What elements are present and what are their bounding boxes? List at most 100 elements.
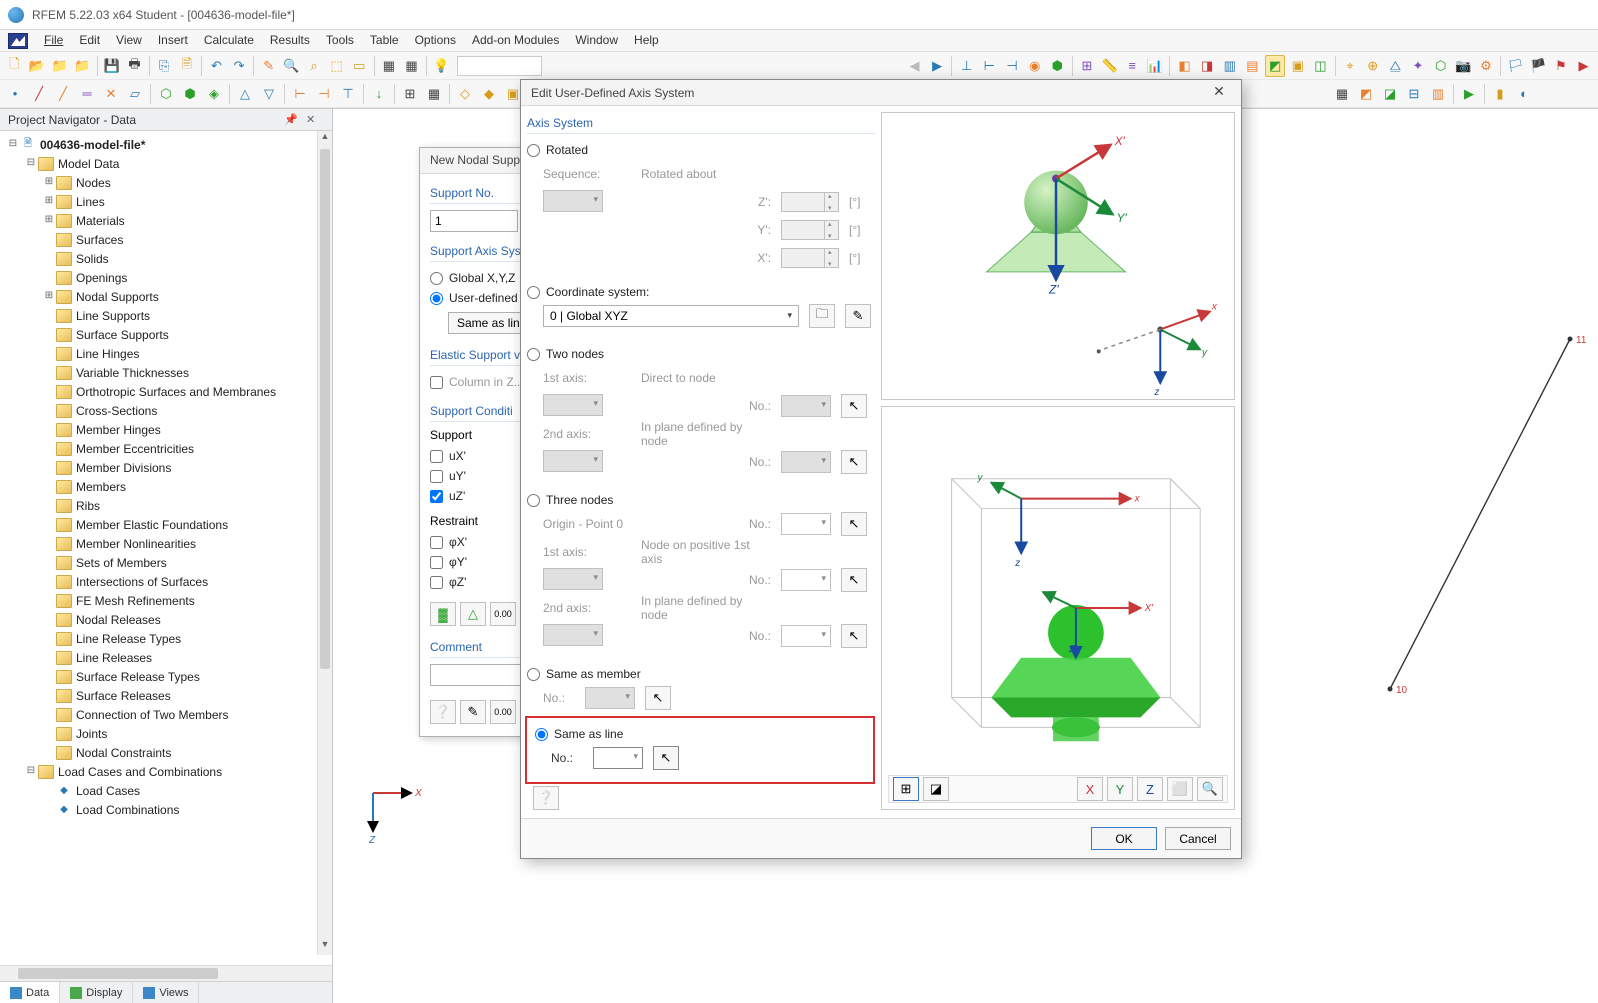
tree-ortho[interactable]: Orthotropic Surfaces and Membranes	[0, 382, 332, 401]
tb2-h3-icon[interactable]: ⊤	[337, 83, 359, 105]
tree-nodal-rel[interactable]: Nodal Releases	[0, 610, 332, 629]
tb-sym3-icon[interactable]: ✦	[1408, 55, 1429, 77]
tb-warn-icon[interactable]: ⚑	[1551, 55, 1572, 77]
save-support-icon[interactable]: 0.00	[490, 700, 516, 724]
tb-mirror-icon[interactable]: ⧋	[1385, 55, 1406, 77]
tree-surf-rel[interactable]: Surface Releases	[0, 686, 332, 705]
preview-zoom-icon[interactable]: 🔍	[1197, 777, 1223, 801]
tb-r2-icon[interactable]: ◨	[1197, 55, 1218, 77]
tb-grid1-icon[interactable]: ▦	[379, 55, 400, 77]
cancel-button[interactable]: Cancel	[1165, 827, 1231, 850]
tb-r4-icon[interactable]: ▤	[1242, 55, 1263, 77]
menu-calculate[interactable]: Calculate	[196, 30, 262, 51]
tb2-h2-icon[interactable]: ⊣	[313, 83, 335, 105]
edit-support-icon[interactable]: ✎	[460, 700, 486, 724]
menu-edit[interactable]: Edit	[71, 30, 108, 51]
tb-ruler-icon[interactable]: 📏	[1099, 55, 1120, 77]
support-preset-3-icon[interactable]: 0.00	[490, 602, 516, 626]
tb2-o1-icon[interactable]: ◇	[454, 83, 476, 105]
tb2-r5-icon[interactable]: ▥	[1427, 83, 1449, 105]
tb2-play-icon[interactable]: ▶	[1458, 83, 1480, 105]
tb-copy-icon[interactable]: ⎘	[154, 55, 175, 77]
tree-var-thick[interactable]: Variable Thicknesses	[0, 363, 332, 382]
tb-flag2-icon[interactable]: 🏴	[1528, 55, 1549, 77]
tree-intersections[interactable]: Intersections of Surfaces	[0, 572, 332, 591]
tb2-s1-icon[interactable]: ⬡	[155, 83, 177, 105]
tb-sym4-icon[interactable]: ⬡	[1430, 55, 1451, 77]
menu-insert[interactable]: Insert	[150, 30, 196, 51]
support-preset-1-icon[interactable]: ▓	[430, 602, 456, 626]
tb2-node-icon[interactable]: •	[4, 83, 26, 105]
tb2-lgd-icon[interactable]: ▮	[1489, 83, 1511, 105]
navigator-vscroll[interactable]: ▲▼	[317, 131, 332, 955]
tb-open-icon[interactable]: 📂	[27, 55, 48, 77]
menu-addon[interactable]: Add-on Modules	[464, 30, 567, 51]
menu-results[interactable]: Results	[262, 30, 318, 51]
tb2-s3-icon[interactable]: ◈	[203, 83, 225, 105]
tb2-r3-icon[interactable]: ◪	[1379, 83, 1401, 105]
preview-vx-icon[interactable]: X	[1077, 777, 1103, 801]
tree-sets[interactable]: Sets of Members	[0, 553, 332, 572]
tb2-r4-icon[interactable]: ⊟	[1403, 83, 1425, 105]
tree-line-supports[interactable]: Line Supports	[0, 306, 332, 325]
coord-system-combo[interactable]: 0 | Global XYZ	[543, 305, 799, 327]
menu-view[interactable]: View	[108, 30, 150, 51]
pick-coord-icon[interactable]: 🗀	[809, 304, 835, 328]
tree-materials[interactable]: Materials	[0, 211, 332, 230]
rotated-radio[interactable]: Rotated	[527, 140, 875, 160]
tb-folder-icon[interactable]: 📁	[72, 55, 93, 77]
tb2-r2-icon[interactable]: ◩	[1355, 83, 1377, 105]
menu-help[interactable]: Help	[626, 30, 667, 51]
pick-line-icon[interactable]: ↖	[653, 746, 679, 770]
tb2-member-icon[interactable]: ═	[76, 83, 98, 105]
tb2-surf-icon[interactable]: ▱	[124, 83, 146, 105]
support-no-input[interactable]	[430, 210, 518, 232]
tb-orbit-icon[interactable]: ◉	[1024, 55, 1045, 77]
tb2-x-icon[interactable]: ✕	[100, 83, 122, 105]
tree-load-cases[interactable]: ◆Load Cases	[0, 781, 332, 800]
tb2-o2-icon[interactable]: ◆	[478, 83, 500, 105]
preview-nav1-icon[interactable]: ⊞	[893, 777, 919, 801]
menu-table[interactable]: Table	[362, 30, 407, 51]
tb2-end-icon[interactable]: ◐	[1513, 83, 1535, 105]
tree-nodal-constr[interactable]: Nodal Constraints	[0, 743, 332, 762]
tb-r3-icon[interactable]: ▥	[1219, 55, 1240, 77]
tb-axis2-icon[interactable]: ⊢	[979, 55, 1000, 77]
tb-select-icon[interactable]: ⬚	[326, 55, 347, 77]
tb-mesh-icon[interactable]: ⊞	[1077, 55, 1098, 77]
tree-load-cases-group[interactable]: Load Cases and Combinations	[0, 762, 332, 781]
tree-lines[interactable]: Lines	[0, 192, 332, 211]
tree-surface-supports[interactable]: Surface Supports	[0, 325, 332, 344]
tb-calc-icon[interactable]: ≡	[1122, 55, 1143, 77]
tree-surfaces[interactable]: Surfaces	[0, 230, 332, 249]
tab-data[interactable]: Data	[0, 982, 60, 1003]
tree-line-hinges[interactable]: Line Hinges	[0, 344, 332, 363]
tb-undo-icon[interactable]: ↶	[206, 55, 227, 77]
tb-zoom-icon[interactable]: 🔍	[281, 55, 302, 77]
tab-display[interactable]: Display	[60, 982, 133, 1003]
tree-openings[interactable]: Openings	[0, 268, 332, 287]
tree-elastic-found[interactable]: Member Elastic Foundations	[0, 515, 332, 534]
tb-bulb-icon[interactable]: 💡	[431, 55, 452, 77]
menu-window[interactable]: Window	[567, 30, 626, 51]
coord-system-radio[interactable]: Coordinate system:	[527, 282, 875, 302]
tree-load-comb[interactable]: ◆Load Combinations	[0, 800, 332, 819]
tree-fe-mesh[interactable]: FE Mesh Refinements	[0, 591, 332, 610]
tree-joints[interactable]: Joints	[0, 724, 332, 743]
three-nodes-radio[interactable]: Three nodes	[527, 490, 875, 510]
tb-combo[interactable]	[457, 56, 541, 76]
tb-grid2-icon[interactable]: ▦	[401, 55, 422, 77]
tb2-grid-icon[interactable]: ⊞	[399, 83, 421, 105]
tab-views[interactable]: Views	[133, 982, 199, 1003]
tb-gear-icon[interactable]: ⚙	[1476, 55, 1497, 77]
preview-vy-icon[interactable]: Y	[1107, 777, 1133, 801]
tb2-sup-icon[interactable]: △	[234, 83, 256, 105]
tree-nodal-supports[interactable]: Nodal Supports	[0, 287, 332, 306]
tree-line-rel[interactable]: Line Releases	[0, 648, 332, 667]
tree-cross-sections[interactable]: Cross-Sections	[0, 401, 332, 420]
tb-nav-prev-icon[interactable]: ◀	[904, 55, 925, 77]
tb-play-icon[interactable]: ▶	[1573, 55, 1594, 77]
menu-tools[interactable]: Tools	[318, 30, 362, 51]
ok-button[interactable]: OK	[1091, 827, 1157, 850]
tree-model-data[interactable]: Model Data	[0, 154, 332, 173]
